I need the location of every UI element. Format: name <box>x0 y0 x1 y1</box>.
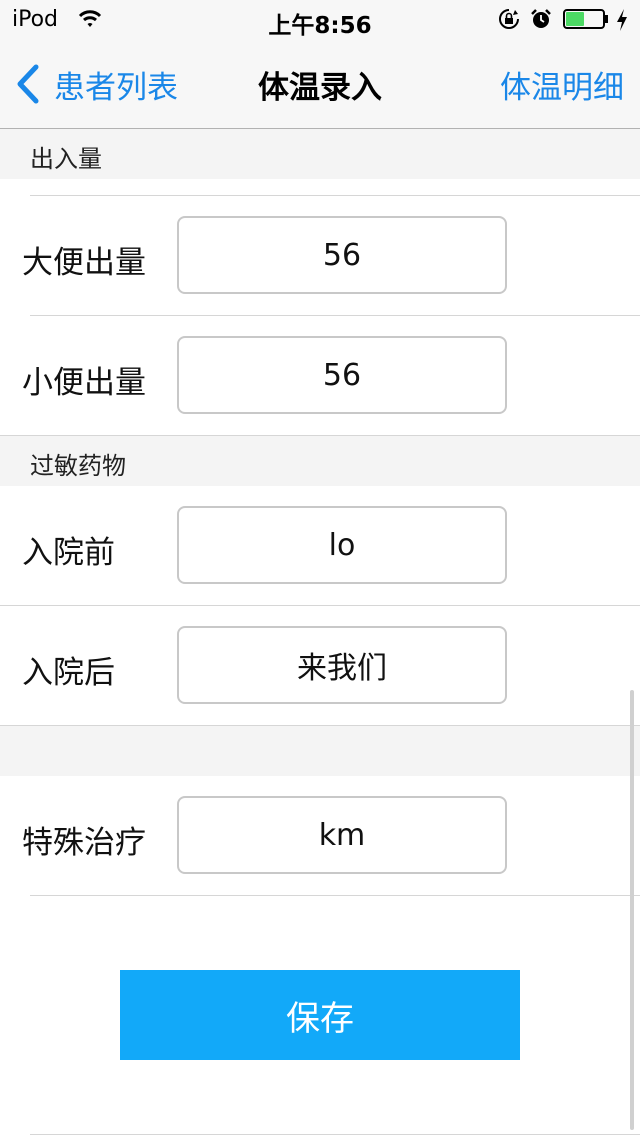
urine-output-input[interactable]: 56 <box>177 336 507 414</box>
rotation-lock-icon <box>499 9 519 29</box>
special-treatment-input[interactable]: km <box>177 796 507 874</box>
section-header-output: 出入量 <box>0 129 640 179</box>
save-button[interactable]: 保存 <box>120 970 520 1060</box>
scrollbar[interactable] <box>630 690 634 1130</box>
battery-icon <box>563 9 608 29</box>
screen: iPod 上午8:56 患者列表 体温录入 体温明细 出入量 大便出量 56 小… <box>0 0 640 1136</box>
section-header-allergy: 过敏药物 <box>0 436 640 486</box>
urine-output-label: 小便出量 <box>22 365 146 401</box>
divider <box>30 315 640 316</box>
charging-bolt-icon <box>617 9 627 31</box>
before-admission-label: 入院前 <box>22 535 115 571</box>
stool-output-input[interactable]: 56 <box>177 216 507 294</box>
stool-output-label: 大便出量 <box>22 245 146 281</box>
status-bar: iPod 上午8:56 <box>0 0 640 40</box>
special-treatment-label: 特殊治疗 <box>22 825 146 861</box>
alarm-icon <box>531 9 551 28</box>
temperature-detail-button[interactable]: 体温明细 <box>500 62 624 107</box>
divider <box>30 195 640 196</box>
divider <box>0 605 640 606</box>
after-admission-label: 入院后 <box>22 655 115 691</box>
section-title: 出入量 <box>30 145 102 173</box>
after-admission-input[interactable]: 来我们 <box>177 626 507 704</box>
before-admission-input[interactable]: lo <box>177 506 507 584</box>
section-spacer <box>0 726 640 776</box>
divider <box>30 1134 640 1135</box>
nav-bar: 患者列表 体温录入 体温明细 <box>0 40 640 129</box>
divider <box>30 895 640 896</box>
section-title: 过敏药物 <box>30 452 126 480</box>
